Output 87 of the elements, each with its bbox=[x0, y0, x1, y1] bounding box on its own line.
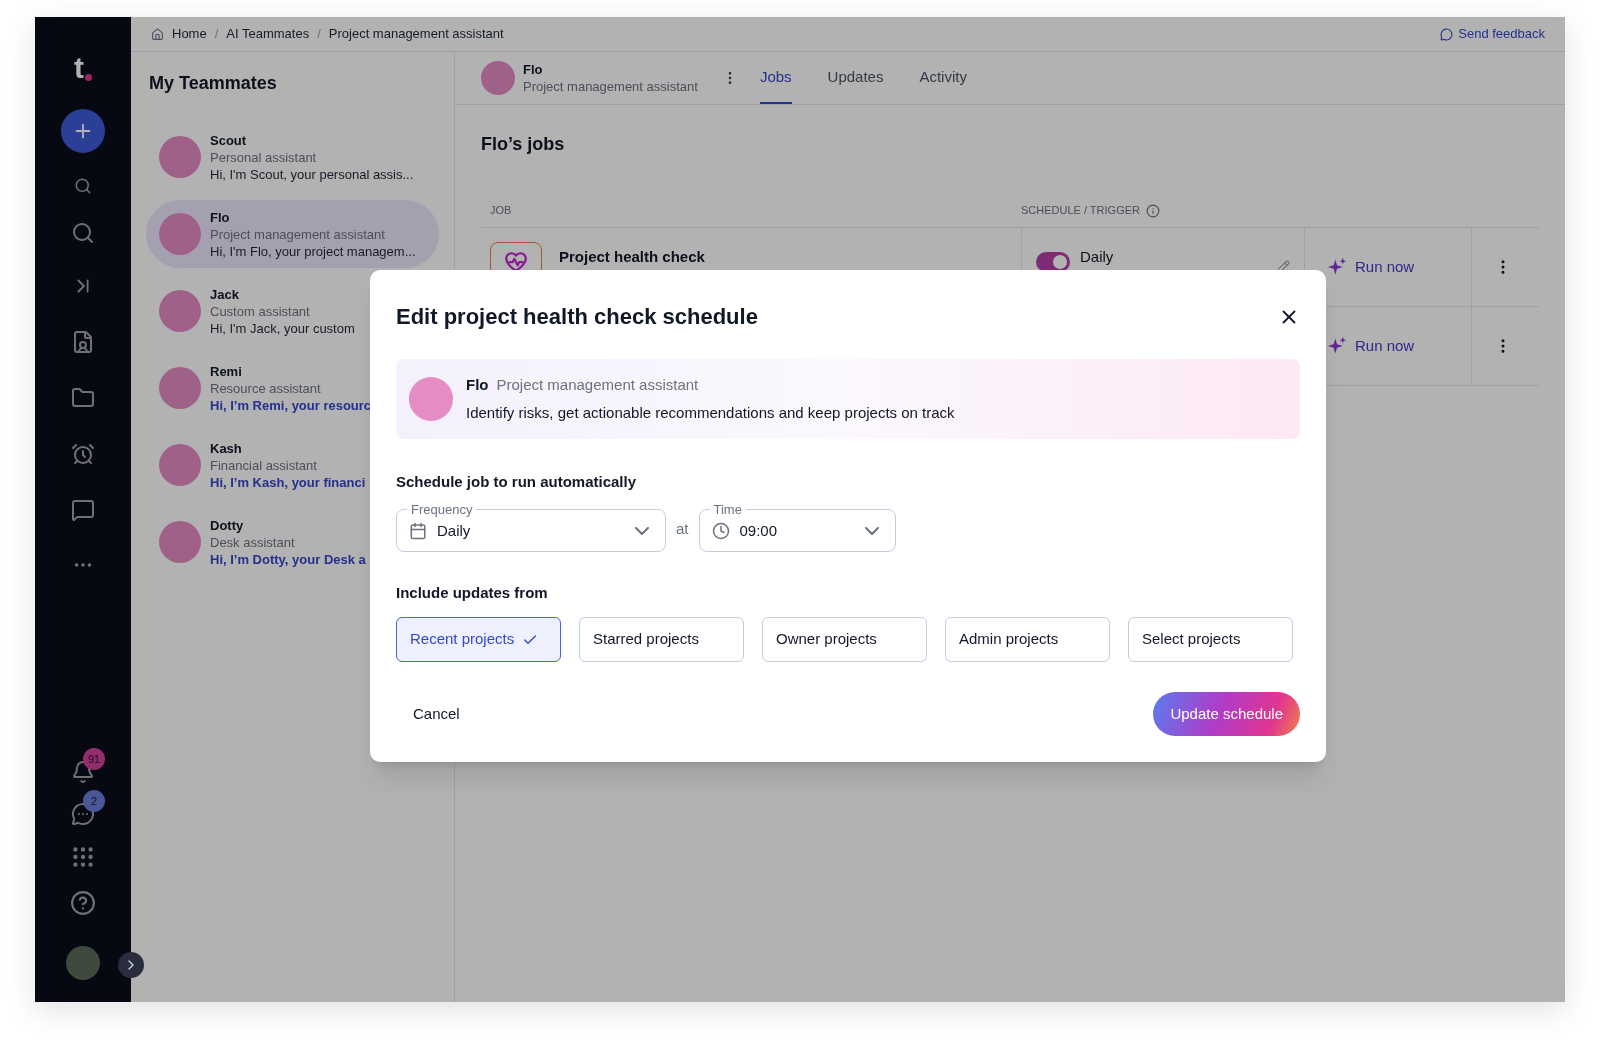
avatar-placeholder bbox=[159, 213, 201, 255]
teammate-role: Personal assistant bbox=[210, 148, 318, 166]
section-title: Flo’s jobs bbox=[481, 133, 566, 156]
home-icon[interactable] bbox=[151, 27, 164, 41]
panel-title: My Teammates bbox=[148, 72, 278, 95]
teammate-name: Dotty bbox=[210, 516, 245, 534]
agent-description: Identify risks, get actionable recommendations and keep projects on track bbox=[466, 403, 955, 423]
heart-pulse-icon bbox=[504, 251, 528, 272]
breadcrumb-link[interactable]: AI Teammates bbox=[226, 24, 310, 44]
avatar-placeholder bbox=[159, 521, 201, 563]
breadcrumb-link[interactable]: Project management assistant bbox=[328, 24, 504, 44]
option-chip[interactable]: Recent projects bbox=[396, 617, 561, 662]
cancel-button[interactable]: Cancel bbox=[396, 692, 477, 736]
run-now-button[interactable]: Run now bbox=[1327, 255, 1415, 279]
clock-icon bbox=[711, 521, 730, 540]
toggle-switch[interactable] bbox=[1036, 252, 1070, 272]
section-label: Schedule job to run automatically bbox=[396, 472, 638, 492]
teammate-role: Financial assistant bbox=[210, 456, 318, 474]
option-chip[interactable]: Admin projects bbox=[945, 617, 1110, 662]
logo[interactable]: t bbox=[74, 53, 92, 83]
breadcrumb-separator: / bbox=[214, 25, 219, 44]
teammate-name: Remi bbox=[210, 362, 243, 380]
teammate-message: Hi, I'm Jack, your custom bbox=[210, 319, 355, 337]
help-icon[interactable] bbox=[70, 890, 96, 916]
agent-role: Project management assistant bbox=[523, 78, 698, 95]
dialog-title: Edit project health check schedule bbox=[396, 303, 758, 331]
run-now-button[interactable]: Run now bbox=[1327, 334, 1415, 358]
folder-icon[interactable] bbox=[71, 386, 95, 410]
option-chip[interactable]: Owner projects bbox=[762, 617, 927, 662]
profile-photo-placeholder[interactable] bbox=[66, 946, 100, 980]
teammate-item[interactable]: Remi Resource assistant Hi, I’m Remi, your resourc bbox=[146, 354, 439, 422]
teammate-name: Jack bbox=[210, 285, 240, 303]
breadcrumb-link[interactable]: Home bbox=[172, 24, 207, 44]
send-feedback-link[interactable]: Send feedback bbox=[1440, 24, 1545, 44]
teammate-message: Hi, I’m Kash, your financi bbox=[210, 473, 366, 491]
info-icon[interactable] bbox=[1146, 203, 1160, 218]
calendar-icon bbox=[409, 521, 427, 540]
teammate-role: Project management assistant bbox=[210, 225, 386, 243]
add-button[interactable] bbox=[61, 109, 105, 153]
search-icon[interactable] bbox=[71, 221, 95, 245]
feedback-icon bbox=[1440, 27, 1454, 41]
avatar-placeholder bbox=[159, 367, 201, 409]
teammate-role: Resource assistant bbox=[210, 379, 322, 397]
search-icon[interactable] bbox=[74, 177, 92, 195]
teammate-message: Hi, I'm Scout, your personal assis... bbox=[210, 165, 414, 183]
update-schedule-button[interactable]: Update schedule bbox=[1153, 692, 1300, 736]
teammate-message: Hi, I'm Flo, your project managem... bbox=[210, 242, 416, 260]
avatar-placeholder bbox=[159, 444, 201, 486]
teammate-message: Hi, I’m Remi, your resourc bbox=[210, 396, 372, 414]
teammate-name: Flo bbox=[210, 208, 231, 226]
teammate-role: Custom assistant bbox=[210, 302, 311, 320]
agent-role: Project management assistant bbox=[496, 374, 699, 395]
tab[interactable]: Activity bbox=[919, 52, 967, 104]
message-badge: 2 bbox=[83, 790, 105, 812]
column-header: JOB bbox=[489, 203, 513, 219]
chevron-down-icon bbox=[635, 526, 649, 535]
alarm-clock-icon[interactable] bbox=[71, 442, 95, 466]
tab[interactable]: Updates bbox=[827, 52, 884, 104]
teammate-name: Scout bbox=[210, 131, 248, 149]
sparkle-icon bbox=[1327, 336, 1347, 356]
connector-text: at bbox=[676, 519, 689, 539]
teammate-item[interactable]: Flo Project management assistant Hi, I'm Flo, your project managem... bbox=[146, 200, 439, 268]
notification-badge: 91 bbox=[83, 748, 105, 770]
avatar-placeholder bbox=[159, 290, 201, 332]
option-chip[interactable]: Starred projects bbox=[579, 617, 744, 662]
agent-name: Flo bbox=[466, 374, 489, 395]
teammate-role: Desk assistant bbox=[210, 533, 296, 551]
job-name: Project health check bbox=[559, 247, 705, 267]
column-header: SCHEDULE / TRIGGER bbox=[1021, 203, 1140, 219]
expand-button[interactable] bbox=[118, 952, 144, 978]
contact-file-icon[interactable] bbox=[71, 330, 95, 354]
apps-grid-icon[interactable] bbox=[70, 844, 96, 870]
teammate-message: Hi, I’m Dotty, your Desk a bbox=[210, 550, 366, 568]
option-chip[interactable]: Select projects bbox=[1128, 617, 1293, 662]
section-label: Include updates from bbox=[396, 582, 549, 603]
chevron-down-icon bbox=[864, 526, 879, 535]
avatar-placeholder bbox=[409, 377, 453, 421]
teammate-name: Kash bbox=[210, 439, 243, 457]
tab[interactable]: Jobs bbox=[759, 52, 792, 104]
avatar-placeholder bbox=[159, 136, 201, 178]
agent-name: Flo bbox=[523, 61, 544, 78]
breadcrumb-separator: / bbox=[317, 25, 321, 44]
sparkle-icon bbox=[1327, 257, 1347, 277]
avatar-placeholder bbox=[481, 61, 515, 95]
teammate-item[interactable]: Scout Personal assistant Hi, I'm Scout, your personal assis... bbox=[146, 123, 439, 191]
schedule-text: Daily bbox=[1080, 247, 1114, 267]
chat-icon[interactable] bbox=[71, 498, 95, 522]
